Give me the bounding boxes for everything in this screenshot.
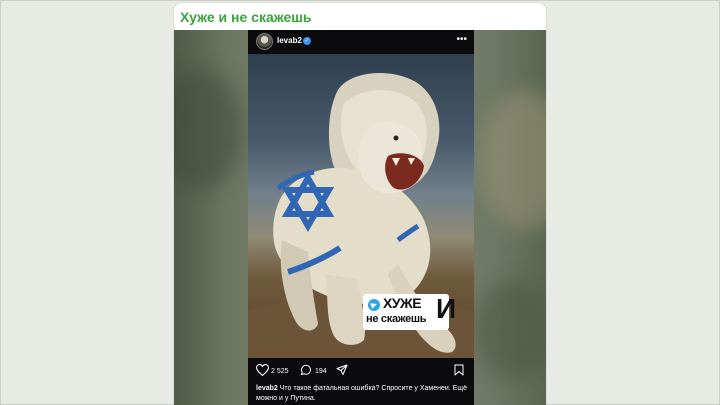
- telegram-post-card: Хуже и не скажешь levab2 ✓ ••• ХУЖЕ не с…: [174, 3, 546, 405]
- telegram-icon: [368, 299, 380, 311]
- caption-username[interactable]: levab2: [256, 385, 278, 392]
- watermark-line1: ХУЖЕ: [383, 295, 422, 311]
- watermark-line2: не скажешь: [366, 313, 427, 325]
- blurred-background-left: [174, 70, 244, 190]
- likes-count: 2 525: [271, 368, 289, 375]
- heart-icon[interactable]: [256, 364, 269, 376]
- watermark-big-letter: И: [436, 293, 457, 324]
- post-media[interactable]: levab2 ✓ ••• ХУЖЕ не скажешь И 2 525 194…: [174, 30, 546, 405]
- post-caption: levab2 Что такое фатальная ошибка? Спрос…: [256, 384, 468, 404]
- post-header: Хуже и не скажешь: [174, 3, 546, 30]
- blurred-background-right: [479, 90, 546, 230]
- instagram-post-header: levab2 ✓ •••: [248, 30, 474, 54]
- instagram-action-bar: 2 525 194: [248, 358, 474, 384]
- verified-badge-icon: ✓: [303, 37, 311, 45]
- channel-title[interactable]: Хуже и не скажешь: [180, 9, 312, 25]
- lion-eye: [393, 135, 399, 141]
- bookmark-icon[interactable]: [454, 364, 464, 376]
- more-dots-icon[interactable]: •••: [456, 34, 467, 45]
- send-icon[interactable]: [336, 364, 348, 376]
- username[interactable]: levab2: [277, 36, 302, 45]
- blurred-background-right-bottom: [474, 280, 546, 380]
- lion-mouth: [385, 153, 424, 190]
- comment-icon[interactable]: [300, 364, 312, 376]
- channel-watermark: ХУЖЕ не скажешь И: [363, 294, 456, 330]
- lion-artwork-image: ХУЖЕ не скажешь И: [248, 54, 474, 358]
- caption-text: Что такое фатальная ошибка? Спросите у Х…: [256, 385, 467, 402]
- instagram-screenshot: levab2 ✓ ••• ХУЖЕ не скажешь И 2 525 194…: [248, 30, 474, 405]
- avatar[interactable]: [256, 33, 273, 50]
- comments-count: 194: [315, 368, 327, 375]
